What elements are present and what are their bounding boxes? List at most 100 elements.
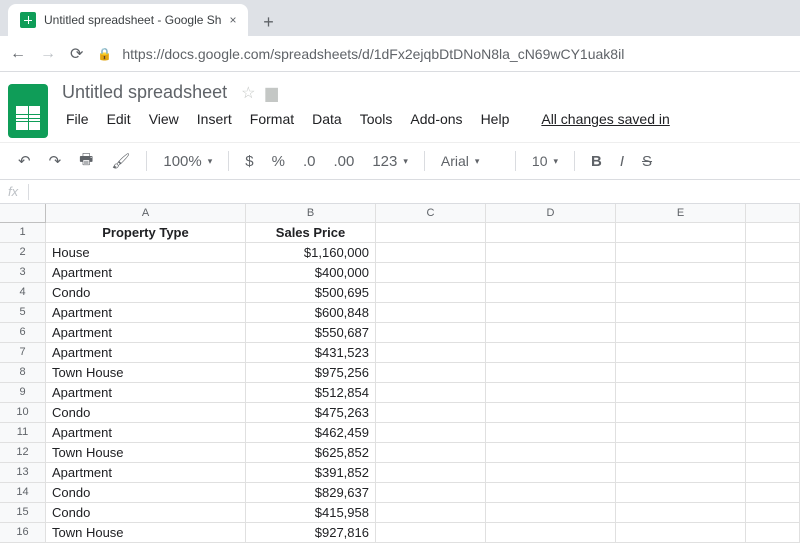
row-header[interactable]: 7 (0, 343, 46, 363)
cell[interactable]: $400,000 (246, 263, 376, 283)
cell[interactable]: Town House (46, 363, 246, 383)
save-status[interactable]: All changes saved in (533, 107, 677, 131)
redo-button[interactable]: ↷ (43, 148, 68, 174)
cell[interactable] (376, 303, 486, 323)
menu-tools[interactable]: Tools (352, 107, 401, 131)
cell[interactable] (376, 363, 486, 383)
cell[interactable]: Condo (46, 503, 246, 523)
column-header[interactable]: C (376, 204, 486, 223)
menu-edit[interactable]: Edit (99, 107, 139, 131)
cell[interactable] (376, 443, 486, 463)
cell[interactable] (616, 503, 746, 523)
increase-decimal-button[interactable]: .00 (327, 149, 360, 174)
cell[interactable] (746, 443, 800, 463)
forward-button[interactable]: → (40, 45, 56, 63)
cell[interactable]: Apartment (46, 383, 246, 403)
cell[interactable] (486, 243, 616, 263)
cell[interactable] (616, 303, 746, 323)
paint-format-button[interactable]: 🖌 (105, 148, 136, 174)
row-header[interactable]: 10 (0, 403, 46, 423)
cell[interactable]: Apartment (46, 463, 246, 483)
sheets-logo-icon[interactable] (8, 84, 48, 138)
spreadsheet-grid[interactable]: ABCDE1Property TypeSales Price2House$1,1… (0, 204, 800, 543)
cell[interactable] (616, 403, 746, 423)
cell[interactable] (376, 503, 486, 523)
reload-button[interactable]: ⟳ (70, 44, 83, 64)
cell[interactable] (616, 383, 746, 403)
cell[interactable] (616, 283, 746, 303)
cell[interactable] (376, 343, 486, 363)
font-select[interactable]: Arial (435, 149, 505, 173)
cell[interactable]: Town House (46, 523, 246, 543)
cell[interactable]: $550,687 (246, 323, 376, 343)
cell[interactable] (746, 383, 800, 403)
column-header[interactable]: B (246, 204, 376, 223)
font-size-select[interactable]: 10 (526, 149, 564, 173)
cell[interactable] (486, 363, 616, 383)
row-header[interactable]: 11 (0, 423, 46, 443)
cell[interactable] (616, 263, 746, 283)
row-header[interactable]: 5 (0, 303, 46, 323)
currency-button[interactable]: $ (239, 149, 259, 174)
cell[interactable] (486, 523, 616, 543)
cell[interactable] (616, 323, 746, 343)
cell[interactable] (376, 383, 486, 403)
cell[interactable]: $625,852 (246, 443, 376, 463)
cell[interactable] (376, 483, 486, 503)
strike-button[interactable]: S (636, 149, 658, 174)
cell[interactable] (746, 223, 800, 243)
cell[interactable] (746, 323, 800, 343)
row-header[interactable]: 14 (0, 483, 46, 503)
cell[interactable] (376, 223, 486, 243)
cell[interactable] (486, 283, 616, 303)
select-all-corner[interactable] (0, 204, 46, 223)
row-header[interactable]: 13 (0, 463, 46, 483)
back-button[interactable]: ← (10, 45, 26, 63)
cell[interactable] (746, 503, 800, 523)
cell[interactable] (486, 343, 616, 363)
row-header[interactable]: 6 (0, 323, 46, 343)
menu-addons[interactable]: Add-ons (402, 107, 470, 131)
cell[interactable] (376, 263, 486, 283)
cell[interactable]: Condo (46, 283, 246, 303)
cell[interactable] (746, 463, 800, 483)
cell[interactable] (746, 243, 800, 263)
cell[interactable] (376, 323, 486, 343)
cell[interactable] (376, 283, 486, 303)
column-header[interactable]: D (486, 204, 616, 223)
cell[interactable] (746, 283, 800, 303)
cell[interactable] (616, 463, 746, 483)
row-header[interactable]: 2 (0, 243, 46, 263)
doc-title[interactable]: Untitled spreadsheet (58, 80, 231, 105)
cell[interactable] (746, 263, 800, 283)
cell[interactable] (486, 263, 616, 283)
bold-button[interactable]: B (585, 149, 608, 174)
row-header[interactable]: 1 (0, 223, 46, 243)
cell[interactable]: $500,695 (246, 283, 376, 303)
cell[interactable]: Apartment (46, 263, 246, 283)
cell[interactable] (746, 343, 800, 363)
menu-data[interactable]: Data (304, 107, 350, 131)
more-formats-button[interactable]: 123 (366, 149, 414, 174)
italic-button[interactable]: I (614, 149, 630, 174)
cell[interactable] (616, 483, 746, 503)
cell[interactable] (746, 483, 800, 503)
cell[interactable]: $512,854 (246, 383, 376, 403)
cell[interactable]: $600,848 (246, 303, 376, 323)
cell[interactable] (746, 303, 800, 323)
row-header[interactable]: 16 (0, 523, 46, 543)
cell[interactable] (746, 403, 800, 423)
cell[interactable]: House (46, 243, 246, 263)
cell[interactable] (376, 423, 486, 443)
cell[interactable] (746, 363, 800, 383)
cell[interactable]: Apartment (46, 303, 246, 323)
cell[interactable] (616, 423, 746, 443)
cell[interactable] (746, 423, 800, 443)
browser-tab[interactable]: Untitled spreadsheet - Google Sh × (8, 4, 248, 36)
cell[interactable]: Town House (46, 443, 246, 463)
star-icon[interactable]: ☆ (241, 83, 255, 103)
menu-format[interactable]: Format (242, 107, 302, 131)
menu-insert[interactable]: Insert (189, 107, 240, 131)
cell[interactable]: $431,523 (246, 343, 376, 363)
cell[interactable] (616, 363, 746, 383)
